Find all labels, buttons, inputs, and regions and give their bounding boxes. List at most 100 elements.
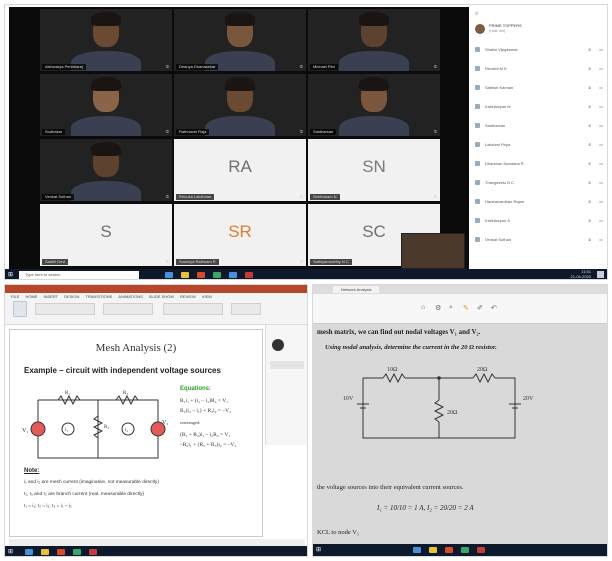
participant-row[interactable]: Thangavelu N C ⦸ ▭ <box>471 174 607 191</box>
mic-icon[interactable]: ⦸ <box>588 193 591 210</box>
pane-button[interactable] <box>270 361 304 369</box>
participant-row[interactable]: Karthikeyan S ⦸ ▭ <box>471 212 607 229</box>
font-group[interactable] <box>35 303 95 315</box>
taskbar-app-icon[interactable] <box>445 547 453 553</box>
taskbar-app-icon[interactable] <box>477 547 485 553</box>
mic-icon[interactable]: ⦸ <box>588 212 591 229</box>
taskbar-app-icon[interactable] <box>181 272 189 278</box>
participant-row[interactable]: Lakshmi Priya ⦸ ▭ <box>471 136 607 153</box>
video-off-icon[interactable]: ▭ <box>599 60 603 77</box>
participant-video-tile[interactable]: SR Sowmya Rathnam R ⦸ <box>174 204 306 266</box>
participant-row[interactable]: Karthikeyan M ⦸ ▭ <box>471 98 607 115</box>
start-icon[interactable]: ⊞ <box>8 548 13 555</box>
home-icon[interactable]: ⌂ <box>421 304 425 311</box>
document-toolbar: ⌂ ⚙ ⌕ ✎ ✐ ↶ <box>313 294 607 324</box>
undo-icon[interactable]: ↶ <box>491 304 497 312</box>
video-off-icon[interactable]: ▭ <box>599 231 603 248</box>
ribbon-tab[interactable]: HOME <box>25 294 37 299</box>
participant-video-tile[interactable]: SN Seetharam N ⦸ <box>308 139 440 201</box>
self-view-thumbnail[interactable] <box>401 233 465 269</box>
ribbon-tab[interactable]: DESIGN <box>64 294 79 299</box>
taskbar-search-input[interactable]: Type here to search <box>19 271 139 279</box>
mic-icon[interactable]: ⦸ <box>588 79 591 96</box>
video-off-icon[interactable]: ▭ <box>599 136 603 153</box>
edit-icon[interactable]: ✐ <box>477 304 483 312</box>
mic-icon[interactable]: ⦸ <box>588 41 591 58</box>
mic-icon[interactable]: ⦸ <box>588 155 591 172</box>
mic-icon[interactable]: ⦸ <box>588 174 591 191</box>
participant-video-tile[interactable]: RA Renuka Lakshnan ⦸ <box>174 139 306 201</box>
video-off-icon[interactable]: ▭ <box>599 79 603 96</box>
ribbon-tab[interactable]: FILE <box>11 294 19 299</box>
paste-icon[interactable] <box>13 301 27 317</box>
taskbar-app-icon[interactable] <box>229 272 237 278</box>
mic-icon[interactable]: ⦸ <box>588 98 591 115</box>
paragraph-group[interactable] <box>103 303 153 315</box>
taskbar-app-icon[interactable] <box>25 549 33 555</box>
participant-row[interactable]: Venkat Suthan ⦸ ▭ <box>471 231 607 248</box>
participant-avatar-icon <box>475 123 480 128</box>
taskbar-app-icon[interactable] <box>57 549 65 555</box>
ribbon-tab[interactable]: VIEW <box>202 294 212 299</box>
participant-video-tile[interactable]: Rathnavel Raja ⦸ <box>174 74 306 136</box>
taskbar-app-icon[interactable] <box>245 272 253 278</box>
participant-row[interactable]: Harshavardhan Rajan ⦸ ▭ <box>471 193 607 210</box>
start-icon[interactable]: ⊞ <box>316 546 321 553</box>
slide-notes-bar[interactable] <box>9 539 305 546</box>
participant-video-tile[interactable]: Dhanya Dhanasekar ⦸ <box>174 9 306 71</box>
note-heading: Note: <box>24 468 40 474</box>
participant-video-tile[interactable]: Saidharsan ⦸ <box>308 74 440 136</box>
participant-row[interactable]: Revathi M K ⦸ ▭ <box>471 60 607 77</box>
start-icon[interactable]: ⊞ <box>8 271 13 278</box>
editing-group[interactable] <box>231 303 261 315</box>
participant-video-tile[interactable]: S Sakthi Devi ⦸ <box>40 204 172 266</box>
pen-icon[interactable]: ✎ <box>463 304 469 312</box>
participant-row[interactable]: Sathish Kannan ⦸ ▭ <box>471 79 607 96</box>
mic-icon[interactable]: ⦸ <box>588 136 591 153</box>
node-dot <box>437 376 441 380</box>
participant-row[interactable]: Dharshan Nandana R ⦸ ▭ <box>471 155 607 172</box>
video-off-icon[interactable]: ▭ <box>599 98 603 115</box>
participant-name: Lakshmi Priya <box>485 142 511 147</box>
host-row[interactable]: PRIME TOPPERS (Host, me) <box>471 21 607 39</box>
video-off-icon[interactable]: ▭ <box>599 41 603 58</box>
video-off-icon[interactable]: ▭ <box>599 174 603 191</box>
mesh-circuit-diagram: V₁ V₂ R₁ R₃ R₂ i₁ i₂ <box>22 391 168 459</box>
video-off-icon[interactable]: ▭ <box>599 117 603 134</box>
mic-icon[interactable]: ⦸ <box>588 117 591 134</box>
taskbar-app-icon[interactable] <box>89 549 97 555</box>
taskbar-app-icon[interactable] <box>73 549 81 555</box>
mic-icon[interactable]: ⦸ <box>588 60 591 77</box>
taskbar-app-icon[interactable] <box>413 547 421 553</box>
mic-icon[interactable]: ⦸ <box>588 231 591 248</box>
participant-name-label: Sowmya Rathnam R <box>176 259 219 265</box>
video-off-icon[interactable]: ▭ <box>599 212 603 229</box>
video-off-icon[interactable]: ▭ <box>599 193 603 210</box>
taskbar-app-icon[interactable] <box>213 272 221 278</box>
taskbar-app-icon[interactable] <box>461 547 469 553</box>
notification-icon[interactable] <box>597 271 604 278</box>
settings-icon[interactable]: ⚙ <box>435 304 441 312</box>
participant-row[interactable]: Shalini Vijaykumar ⦸ ▭ <box>471 41 607 58</box>
participant-video-tile[interactable]: Aishwarya Perinbaraj ⦸ <box>40 9 172 71</box>
ribbon-tab[interactable]: ANIMATIONS <box>118 294 143 299</box>
taskbar-app-icon[interactable] <box>429 547 437 553</box>
zoom-icon[interactable]: ⌕ <box>449 304 453 312</box>
taskbar-app-icon[interactable] <box>41 549 49 555</box>
ribbon-tab[interactable]: INSERT <box>43 294 58 299</box>
participant-video-tile[interactable]: Venkat Suthan ⦸ <box>40 139 172 201</box>
participant-video-tile[interactable]: Michael Rini ⦸ <box>308 9 440 71</box>
taskbar-app-icon[interactable] <box>165 272 173 278</box>
participant-name: Karthikeyan S <box>485 218 510 223</box>
ribbon-tab[interactable]: REVIEW <box>180 294 196 299</box>
participant-row[interactable]: Saidharsan ⦸ ▭ <box>471 117 607 134</box>
participant-video-tile[interactable]: Sudhakar ⦸ <box>40 74 172 136</box>
mic-muted-icon: ⦸ <box>165 64 169 70</box>
document-tab[interactable]: Network Analysis <box>333 286 380 293</box>
drawing-group[interactable] <box>163 303 223 315</box>
participants-search-icon[interactable]: ⌕ <box>475 11 478 18</box>
video-off-icon[interactable]: ▭ <box>599 155 603 172</box>
ribbon-tab[interactable]: TRANSITIONS <box>85 294 112 299</box>
ribbon-tab[interactable]: SLIDE SHOW <box>149 294 174 299</box>
taskbar-app-icon[interactable] <box>197 272 205 278</box>
